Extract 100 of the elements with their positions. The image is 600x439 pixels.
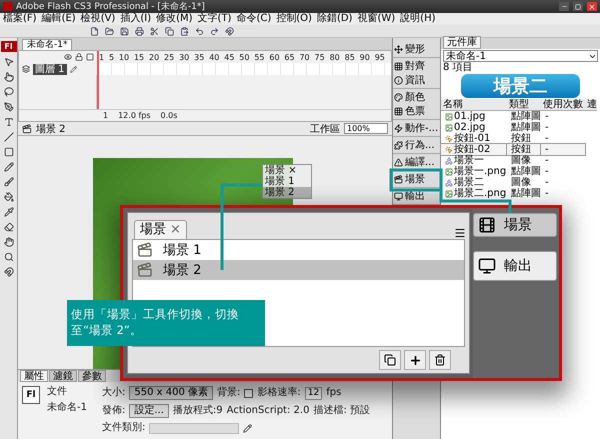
menu-item[interactable]: 編輯(E) — [42, 13, 76, 25]
delete-scene-button[interactable] — [429, 350, 451, 370]
zoom-field[interactable]: 100% — [344, 123, 388, 134]
pen-icon[interactable] — [4, 102, 14, 112]
save-icon[interactable] — [120, 26, 129, 36]
frame-rate-label: 影格速率: — [257, 387, 301, 399]
dock-button[interactable]: 動作-... — [393, 121, 440, 135]
dock-button[interactable]: 對齊 — [393, 59, 440, 73]
document-tab[interactable]: 未命名-1* — [22, 39, 72, 50]
scene-item[interactable]: 場景 2 — [263, 187, 311, 198]
eyedropper-icon[interactable] — [4, 207, 14, 217]
frame-rate-field[interactable]: 12 — [304, 386, 322, 400]
library-item[interactable]: 02.jpg — [441, 122, 507, 133]
redo-icon[interactable] — [210, 26, 219, 36]
dock-button[interactable]: 場景 — [393, 172, 440, 186]
rectangle-icon[interactable] — [4, 147, 14, 157]
line-icon[interactable] — [4, 132, 14, 142]
menu-item[interactable]: 說明(H) — [400, 13, 436, 25]
panel-tab[interactable]: 屬性 — [20, 370, 48, 382]
add-scene-button[interactable] — [404, 350, 426, 370]
library-item[interactable]: 場景一 — [441, 155, 507, 166]
size-button[interactable]: 550 x 400 像素 — [129, 386, 214, 400]
new-file-icon[interactable] — [90, 26, 99, 36]
pointer-icon[interactable] — [4, 72, 14, 82]
column-header[interactable]: 名稱 — [441, 99, 507, 111]
player-version: 播放程式:9 — [172, 405, 223, 417]
dock-button[interactable]: 資訊 — [393, 73, 440, 87]
panel-button[interactable]: 輸出 — [473, 251, 557, 281]
menu-item[interactable]: 除錯(D) — [316, 13, 352, 25]
settings-button[interactable]: 設定... — [129, 404, 169, 418]
scene-item[interactable]: 場景 1 — [263, 176, 311, 187]
document-class-field[interactable] — [149, 422, 240, 434]
scene-tab[interactable]: 場景 × — [134, 220, 187, 239]
pencil-icon — [70, 66, 77, 72]
library-item[interactable]: 場景一.png — [441, 166, 507, 177]
document-dropdown[interactable]: 未命名-1 — [443, 50, 598, 62]
library-tab[interactable]: 元件庫 — [443, 36, 481, 49]
lightning-icon — [394, 124, 403, 132]
copy-icon[interactable] — [165, 26, 174, 36]
menu-item[interactable]: 文字(T) — [198, 13, 232, 25]
brush-icon[interactable] — [4, 177, 14, 187]
menu-item[interactable]: 控制(O) — [276, 13, 312, 25]
column-header[interactable]: 類型 — [507, 99, 541, 111]
menu-item[interactable]: 視窗(W) — [357, 13, 396, 25]
item-count: 8 項目 — [442, 63, 474, 73]
magnet-icon[interactable] — [4, 267, 14, 277]
menu-item[interactable]: 檢視(V) — [80, 13, 116, 25]
dock-button[interactable]: 編譯... — [393, 155, 440, 169]
menu-item[interactable]: 命令(C) — [236, 13, 272, 25]
actionscript-version: ActionScript: 2.0 — [226, 405, 310, 417]
library-item[interactable]: 01.jpg — [441, 111, 507, 122]
restore-button[interactable] — [573, 2, 583, 11]
dock-button[interactable]: 色票 — [393, 104, 440, 118]
lasso-icon[interactable] — [4, 87, 14, 97]
magnet-icon[interactable] — [225, 26, 234, 36]
scene-item[interactable]: 場景 2 — [133, 260, 464, 280]
layer-name[interactable]: 圖層 1 — [33, 64, 67, 74]
printer-icon[interactable] — [135, 26, 144, 36]
menu-item[interactable]: 檔案(F) — [3, 13, 37, 25]
undo-icon[interactable] — [195, 26, 204, 36]
zoom-icon[interactable] — [4, 252, 14, 262]
pencil-icon[interactable] — [4, 162, 14, 172]
panel-tab[interactable]: 參數 — [78, 370, 106, 382]
library-item[interactable]: 場景二 — [441, 177, 507, 188]
dock-button[interactable]: 顏色 — [393, 90, 440, 104]
table-cell-text: - — [544, 155, 550, 166]
folder-icon[interactable] — [105, 26, 114, 36]
minimize-button[interactable] — [559, 2, 569, 11]
text-icon[interactable] — [4, 117, 14, 127]
workspace-menu[interactable]: 工作區 — [310, 122, 340, 136]
eraser-icon[interactable] — [4, 222, 14, 232]
menu-icon[interactable] — [454, 227, 466, 239]
paint-bucket-icon[interactable] — [4, 192, 14, 202]
dock-button[interactable]: 行為... — [393, 138, 440, 152]
dock-button[interactable]: 輸出 — [393, 189, 440, 203]
pointer-icon — [445, 146, 453, 154]
panel-tab[interactable]: 場景 × — [263, 165, 311, 176]
frame-number: 30 — [179, 52, 190, 62]
panel-tab[interactable]: 濾鏡 — [49, 370, 77, 382]
color-swatch[interactable] — [244, 388, 254, 398]
library-item[interactable]: 按鈕-02 — [441, 144, 507, 155]
frame-number: 95 — [374, 52, 385, 62]
dock-button[interactable]: 變形 — [393, 42, 440, 56]
arrow-icon[interactable] — [4, 57, 14, 67]
column-header[interactable]: 連 — [585, 99, 597, 111]
frame-number: 70 — [299, 52, 310, 62]
library-item[interactable]: 按鈕-01 — [441, 133, 507, 144]
library-item[interactable]: 場景二.png — [441, 188, 507, 199]
close-button[interactable] — [587, 2, 597, 11]
picture-icon — [445, 190, 453, 198]
menu-item[interactable]: 修改(M) — [156, 13, 193, 25]
warning-icon — [394, 158, 403, 166]
scene-name: 場景 2 — [36, 122, 66, 136]
duplicate-scene-button[interactable] — [379, 350, 401, 370]
menu-item[interactable]: 插入(I) — [120, 13, 152, 25]
paste-icon[interactable] — [180, 26, 189, 36]
column-header[interactable]: 使用次數 — [541, 99, 585, 111]
hand-icon[interactable] — [4, 237, 14, 247]
panel-button[interactable]: 場景 — [473, 213, 557, 237]
scissors-icon[interactable] — [150, 26, 159, 36]
